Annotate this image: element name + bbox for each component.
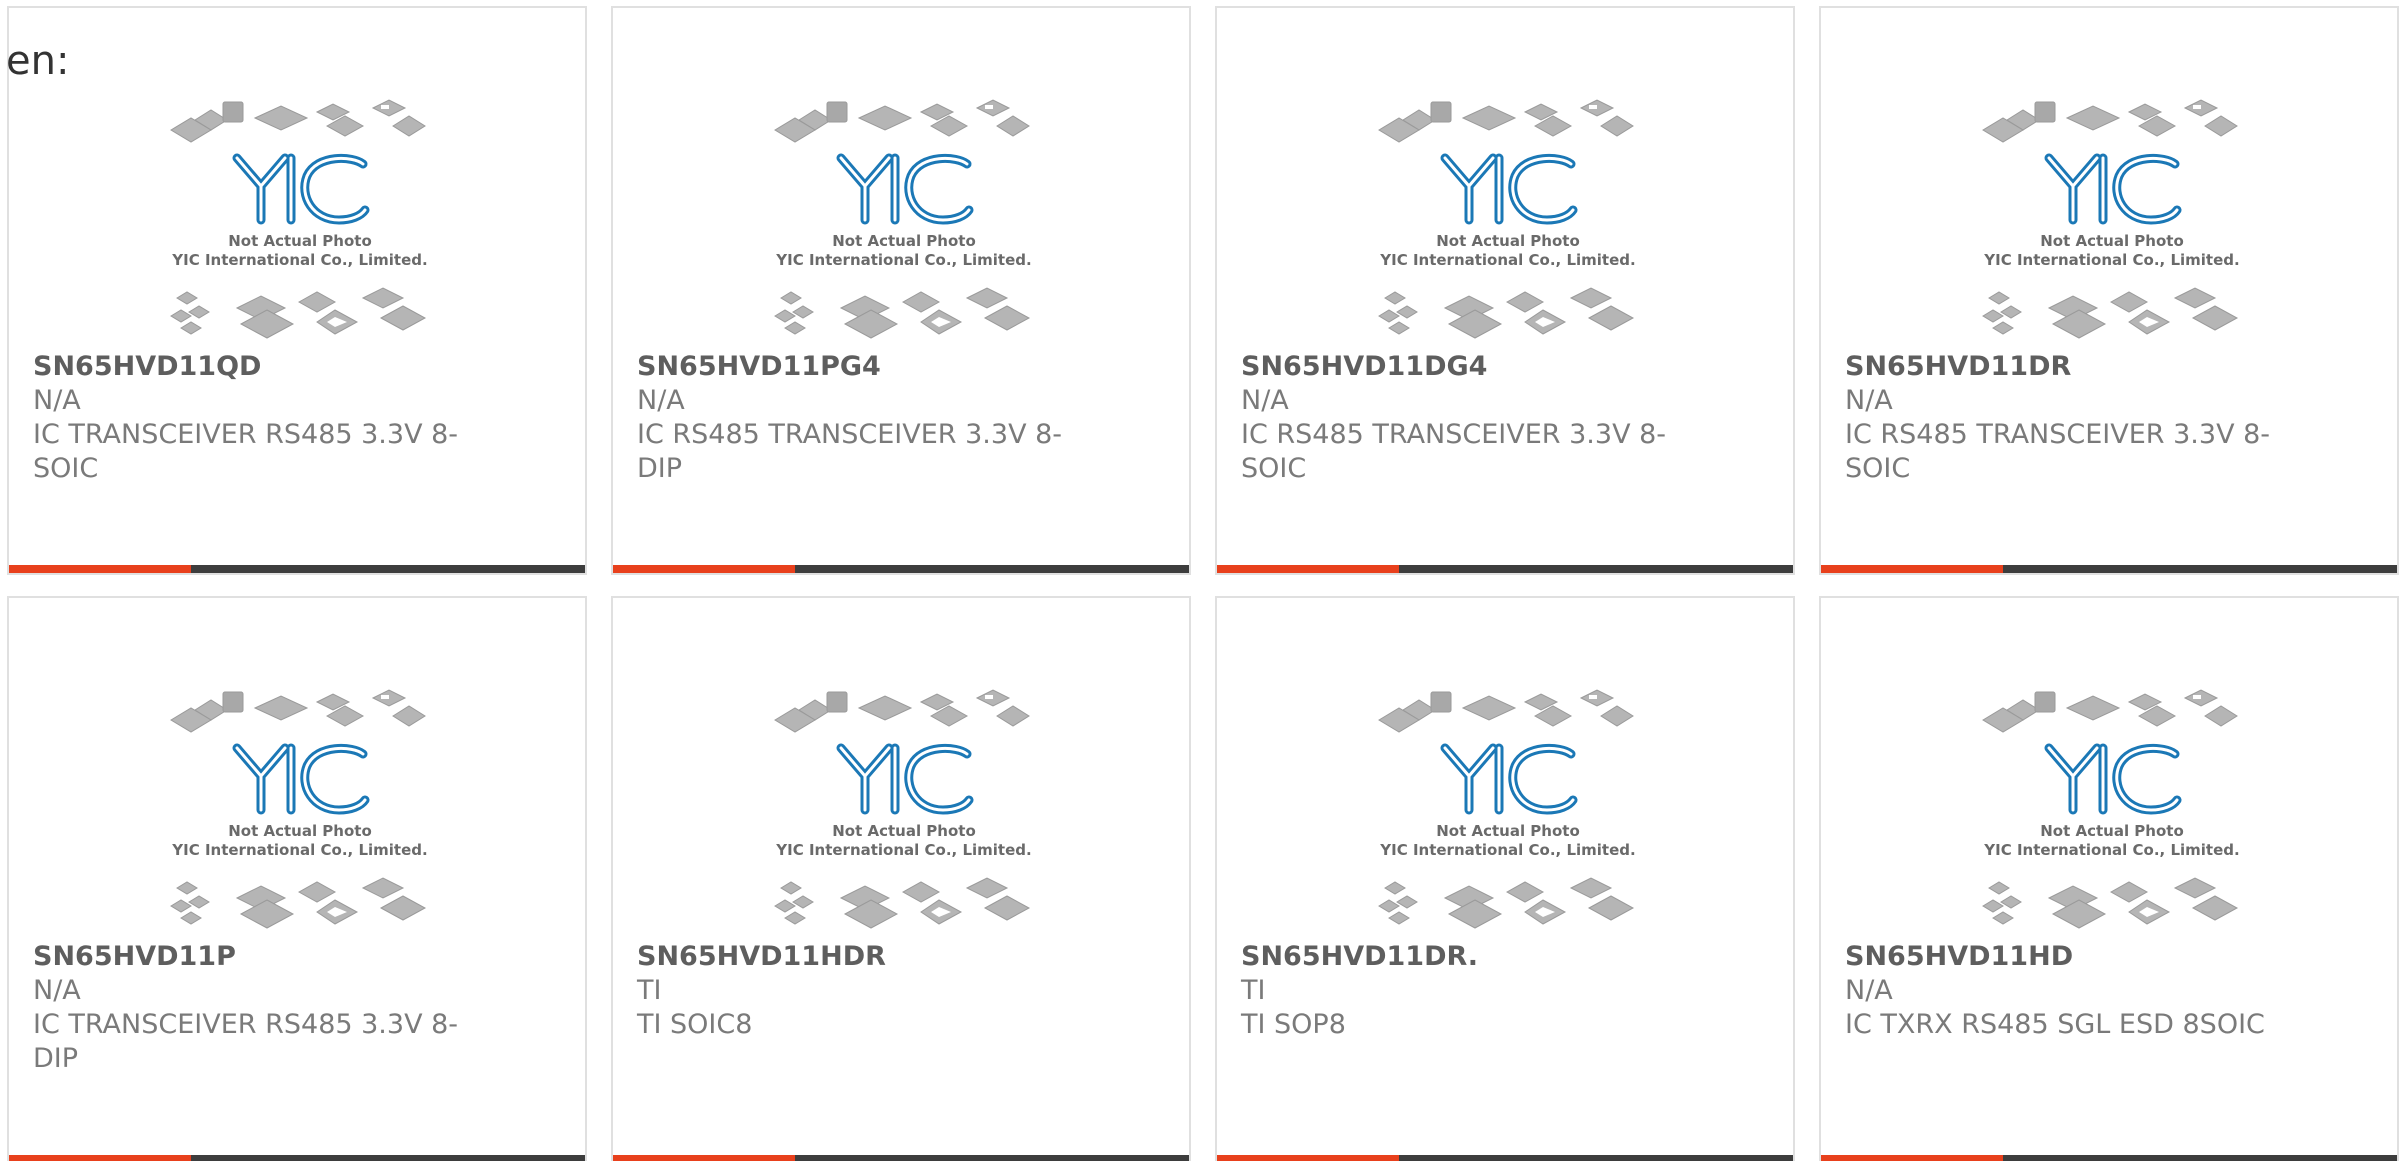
manufacturer: N/A	[33, 385, 81, 416]
card-bottom-bar	[1821, 1155, 2397, 1161]
manufacturer: N/A	[1845, 385, 1893, 416]
language-label: en:	[6, 38, 70, 84]
part-number[interactable]: SN65HVD11DG4	[1241, 350, 1487, 384]
card-bottom-bar-accent	[9, 565, 191, 573]
product-card[interactable]: Not Actual Photo YIC International Co., …	[1819, 596, 2399, 1161]
photo-disclaimer-line2: YIC International Co., Limited.	[775, 841, 1031, 859]
card-bottom-bar-accent	[613, 565, 795, 573]
part-number[interactable]: SN65HVD11PG4	[637, 350, 881, 384]
product-description: IC TRANSCEIVER RS485 3.3V 8-SOIC	[33, 419, 459, 484]
photo-disclaimer-line2: YIC International Co., Limited.	[1379, 251, 1635, 269]
product-photo-placeholder: Not Actual Photo YIC International Co., …	[167, 686, 433, 934]
photo-disclaimer-line1: Not Actual Photo	[1436, 822, 1580, 840]
product-photo-placeholder: Not Actual Photo YIC International Co., …	[1979, 686, 2245, 934]
manufacturer: N/A	[637, 385, 685, 416]
not-actual-photo-image: Not Actual Photo YIC International Co., …	[170, 689, 428, 929]
photo-disclaimer-line1: Not Actual Photo	[832, 232, 976, 250]
product-card[interactable]: Not Actual Photo YIC International Co., …	[7, 596, 587, 1161]
product-photo-placeholder: Not Actual Photo YIC International Co., …	[167, 96, 433, 344]
card-bottom-bar-accent	[1821, 1155, 2003, 1161]
manufacturer: N/A	[1241, 385, 1289, 416]
photo-disclaimer-line2: YIC International Co., Limited.	[171, 251, 427, 269]
photo-disclaimer-line1: Not Actual Photo	[2040, 822, 2184, 840]
part-number[interactable]: SN65HVD11QD	[33, 350, 261, 384]
product-description: IC TRANSCEIVER RS485 3.3V 8-DIP	[33, 1009, 459, 1074]
card-bottom-bar	[9, 565, 585, 573]
part-number[interactable]: SN65HVD11P	[33, 940, 236, 974]
not-actual-photo-image: Not Actual Photo YIC International Co., …	[1378, 689, 1636, 929]
card-bottom-bar	[613, 565, 1189, 573]
photo-disclaimer-line2: YIC International Co., Limited.	[171, 841, 427, 859]
part-number[interactable]: SN65HVD11DR	[1845, 350, 2071, 384]
product-description: TI SOP8	[1241, 1009, 1346, 1040]
product-card[interactable]: Not Actual Photo YIC International Co., …	[1215, 6, 1795, 575]
photo-disclaimer-line2: YIC International Co., Limited.	[775, 251, 1031, 269]
not-actual-photo-image: Not Actual Photo YIC International Co., …	[774, 99, 1032, 339]
not-actual-photo-image: Not Actual Photo YIC International Co., …	[1378, 99, 1636, 339]
product-description: IC RS485 TRANSCEIVER 3.3V 8-SOIC	[1845, 419, 2271, 484]
product-card[interactable]: Not Actual Photo YIC International Co., …	[1215, 596, 1795, 1161]
product-card[interactable]: Not Actual Photo YIC International Co., …	[611, 6, 1191, 575]
photo-disclaimer-line2: YIC International Co., Limited.	[1983, 841, 2239, 859]
card-bottom-bar-accent	[613, 1155, 795, 1161]
product-photo-placeholder: Not Actual Photo YIC International Co., …	[771, 96, 1037, 344]
product-card[interactable]: Not Actual Photo YIC International Co., …	[7, 6, 587, 575]
product-description: IC RS485 TRANSCEIVER 3.3V 8-DIP	[637, 419, 1063, 484]
not-actual-photo-image: Not Actual Photo YIC International Co., …	[170, 99, 428, 339]
photo-disclaimer-line1: Not Actual Photo	[228, 822, 372, 840]
card-bottom-bar-accent	[9, 1155, 191, 1161]
not-actual-photo-image: Not Actual Photo YIC International Co., …	[774, 689, 1032, 929]
photo-disclaimer-line1: Not Actual Photo	[1436, 232, 1580, 250]
manufacturer: TI	[1241, 975, 1266, 1006]
manufacturer: N/A	[1845, 975, 1893, 1006]
photo-disclaimer-line1: Not Actual Photo	[2040, 232, 2184, 250]
part-number[interactable]: SN65HVD11DR.	[1241, 940, 1478, 974]
photo-disclaimer-line2: YIC International Co., Limited.	[1983, 251, 2239, 269]
manufacturer: TI	[637, 975, 662, 1006]
product-description: IC RS485 TRANSCEIVER 3.3V 8-SOIC	[1241, 419, 1667, 484]
product-photo-placeholder: Not Actual Photo YIC International Co., …	[1375, 96, 1641, 344]
card-bottom-bar	[613, 1155, 1189, 1161]
card-bottom-bar	[1217, 1155, 1793, 1161]
card-bottom-bar	[1217, 565, 1793, 573]
product-grid: Not Actual Photo YIC International Co., …	[7, 6, 2399, 1161]
not-actual-photo-image: Not Actual Photo YIC International Co., …	[1982, 99, 2240, 339]
product-card[interactable]: Not Actual Photo YIC International Co., …	[1819, 6, 2399, 575]
card-bottom-bar-accent	[1217, 1155, 1399, 1161]
part-number[interactable]: SN65HVD11HD	[1845, 940, 2073, 974]
card-bottom-bar-accent	[1821, 565, 2003, 573]
product-photo-placeholder: Not Actual Photo YIC International Co., …	[1375, 686, 1641, 934]
product-photo-placeholder: Not Actual Photo YIC International Co., …	[1979, 96, 2245, 344]
photo-disclaimer-line1: Not Actual Photo	[228, 232, 372, 250]
product-description: TI SOIC8	[637, 1009, 753, 1040]
card-bottom-bar	[9, 1155, 585, 1161]
product-photo-placeholder: Not Actual Photo YIC International Co., …	[771, 686, 1037, 934]
product-card[interactable]: Not Actual Photo YIC International Co., …	[611, 596, 1191, 1161]
part-number[interactable]: SN65HVD11HDR	[637, 940, 886, 974]
product-grid-page: en: Not Actual Photo YIC International C…	[0, 0, 2400, 1161]
photo-disclaimer-line2: YIC International Co., Limited.	[1379, 841, 1635, 859]
product-description: IC TXRX RS485 SGL ESD 8SOIC	[1845, 1009, 2265, 1040]
photo-disclaimer-line1: Not Actual Photo	[832, 822, 976, 840]
card-bottom-bar	[1821, 565, 2397, 573]
manufacturer: N/A	[33, 975, 81, 1006]
card-bottom-bar-accent	[1217, 565, 1399, 573]
not-actual-photo-image: Not Actual Photo YIC International Co., …	[1982, 689, 2240, 929]
